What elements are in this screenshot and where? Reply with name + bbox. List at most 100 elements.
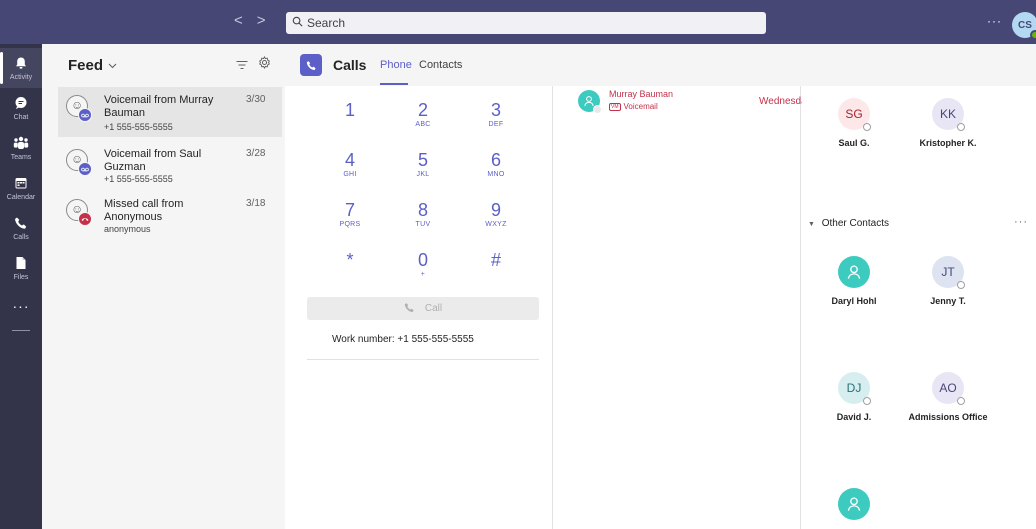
feed-header[interactable]: Feed xyxy=(42,44,285,86)
contact-name[interactable]: Daryl Hohl xyxy=(809,296,899,306)
contact-name[interactable]: Kristopher K. xyxy=(903,138,993,148)
presence-offline-icon xyxy=(863,397,871,405)
presence-offline-icon xyxy=(957,397,965,405)
dial-key-8[interactable]: 8 TUV xyxy=(388,200,458,229)
dial-key-2[interactable]: 2 ABC xyxy=(388,100,458,129)
avatar[interactable]: AO xyxy=(932,372,965,405)
avatar[interactable]: KK xyxy=(932,98,965,131)
feed-item-subtitle: +1 555-555-5555 xyxy=(104,122,173,132)
more-apps-icon[interactable]: ··· xyxy=(0,298,42,314)
feed-item-date: 3/18 xyxy=(246,198,266,209)
contact-name[interactable]: Admissions Office xyxy=(903,412,993,422)
dial-key-3[interactable]: 3 DEF xyxy=(461,100,531,129)
rail-item-calls[interactable]: Calls xyxy=(0,208,42,248)
calendar-icon xyxy=(14,176,28,192)
feed-item-title: Voicemail from Saul Guzman xyxy=(104,148,202,173)
dial-key-4[interactable]: 4 GHI xyxy=(315,150,385,179)
presence-offline-icon xyxy=(863,123,871,131)
active-tab-indicator xyxy=(380,83,408,85)
contacts-panel: SG Saul G. KK Kristopher K. ▼ Other Cont… xyxy=(802,86,1036,529)
back-icon[interactable]: < xyxy=(234,12,243,29)
person-icon xyxy=(847,497,861,511)
feed-item[interactable]: ☺ Missed call from Anonymous anonymous 3… xyxy=(58,191,282,241)
rail-label: Calendar xyxy=(6,193,36,201)
phone-icon xyxy=(14,216,28,232)
page-title: Calls xyxy=(333,57,367,73)
phone-icon xyxy=(300,54,322,76)
dial-key-5[interactable]: 5 JKL xyxy=(388,150,458,179)
dial-key-7[interactable]: 7 PQRS xyxy=(315,200,385,229)
avatar[interactable]: JT xyxy=(932,256,965,289)
presence-offline-icon xyxy=(957,123,965,131)
title-bar: < > Search ··· CS xyxy=(0,0,1036,44)
avatar[interactable]: SG xyxy=(838,98,871,131)
search-icon xyxy=(292,16,303,30)
chevron-down-icon xyxy=(108,58,117,72)
dial-key-1[interactable]: 1 xyxy=(315,100,385,120)
calls-header: Calls Phone Contacts xyxy=(285,44,1036,86)
feed-item[interactable]: ☺ Voicemail from Murray Bauman +1 555-55… xyxy=(58,87,282,137)
contact-name[interactable]: Jenny T. xyxy=(903,296,993,306)
work-number-label: Work number: xyxy=(332,334,395,345)
dial-key-star[interactable]: * xyxy=(315,250,385,270)
avatar[interactable]: DJ xyxy=(838,372,871,405)
rail-divider xyxy=(12,330,30,331)
rail-item-activity[interactable]: Activity xyxy=(0,48,42,88)
dial-key-0[interactable]: 0 + xyxy=(388,250,458,279)
avatar xyxy=(578,90,602,114)
dial-key-hash[interactable]: # xyxy=(461,250,531,270)
user-avatar[interactable]: CS xyxy=(1012,12,1036,40)
app-rail: Activity Chat Teams Calendar Calls Files… xyxy=(0,44,42,529)
feed-item-subtitle: anonymous xyxy=(104,224,151,234)
call-button-label: Call xyxy=(424,303,443,314)
feed-item-title: Voicemail from Murray Bauman xyxy=(104,94,214,119)
feed-item-title: Missed call from Anonymous xyxy=(104,198,184,223)
missed-call-icon xyxy=(78,212,92,226)
gear-icon[interactable] xyxy=(258,55,271,72)
rail-label: Calls xyxy=(13,233,29,241)
forward-icon[interactable]: > xyxy=(257,12,266,29)
feed-item[interactable]: ☺ Voicemail from Saul Guzman +1 555-555-… xyxy=(58,141,282,191)
work-number-value: +1 555-555-5555 xyxy=(397,334,474,345)
rail-item-chat[interactable]: Chat xyxy=(0,88,42,128)
dial-key-6[interactable]: 6 MNO xyxy=(461,150,531,179)
contact-initials: SG xyxy=(845,107,863,121)
contact-name[interactable]: David J. xyxy=(809,412,899,422)
filter-icon[interactable] xyxy=(236,57,248,73)
rail-item-teams[interactable]: Teams xyxy=(0,128,42,168)
history-call-type: VM Voicemail xyxy=(609,102,658,111)
phone-icon xyxy=(404,302,415,316)
voicemail-icon xyxy=(78,162,92,176)
contact-initials: JT xyxy=(941,265,955,279)
more-options-icon[interactable]: ··· xyxy=(1014,216,1028,228)
chat-icon xyxy=(14,96,28,112)
feed-item-subtitle: +1 555-555-5555 xyxy=(104,174,173,184)
tab-phone[interactable]: Phone xyxy=(380,59,412,71)
rail-item-calendar[interactable]: Calendar xyxy=(0,168,42,208)
file-icon xyxy=(15,256,27,272)
contact-initials: DJ xyxy=(846,381,862,395)
avatar[interactable] xyxy=(838,256,870,288)
other-contacts-header[interactable]: ▼ Other Contacts xyxy=(808,218,889,229)
avatar[interactable] xyxy=(838,488,870,520)
feed-item-date: 3/28 xyxy=(246,148,266,159)
call-history-panel: Murray Bauman VM Voicemail Wednesday xyxy=(554,86,812,529)
person-icon xyxy=(847,265,861,279)
call-button[interactable]: Call xyxy=(307,297,539,320)
more-options-icon[interactable]: ··· xyxy=(987,14,1002,28)
teams-icon xyxy=(13,136,29,152)
presence-offline-icon xyxy=(957,281,965,289)
dial-key-9[interactable]: 9 WXYZ xyxy=(461,200,531,229)
search-input[interactable]: Search xyxy=(286,12,766,34)
history-caller-name: Murray Bauman xyxy=(609,89,674,99)
feed-item-date: 3/30 xyxy=(246,94,266,105)
feed-pane: Feed ☺ Voicemail from Murray Bauman +1 5… xyxy=(42,44,285,529)
voicemail-icon xyxy=(78,108,92,122)
presence-unknown-icon xyxy=(593,105,602,114)
contact-name[interactable]: Saul G. xyxy=(809,138,899,148)
work-number: Work number: +1 555-555-5555 xyxy=(332,334,474,345)
call-type-label: Voicemail xyxy=(623,102,658,111)
rail-item-files[interactable]: Files xyxy=(0,248,42,288)
rail-label: Teams xyxy=(10,153,32,161)
tab-contacts[interactable]: Contacts xyxy=(419,59,462,71)
